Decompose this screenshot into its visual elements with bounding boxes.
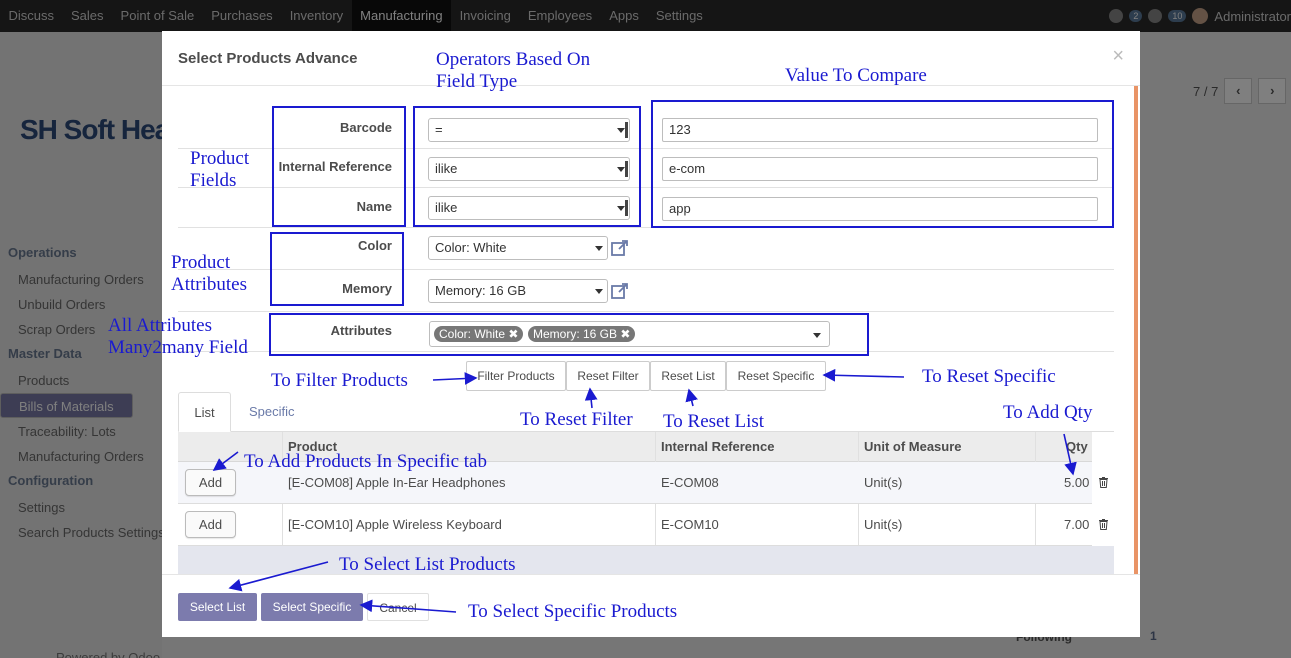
external-link-icon[interactable] (611, 282, 629, 300)
qty-cell[interactable]: 7.00 (1064, 504, 1089, 546)
annotation-box-operators (413, 106, 641, 227)
column-qty[interactable]: Qty (1066, 432, 1088, 462)
table-footer (178, 546, 1114, 574)
annotation-product-attributes: Product Attributes (171, 252, 247, 295)
trash-icon[interactable] (1099, 519, 1108, 530)
trash-icon[interactable] (1099, 477, 1108, 488)
tab-specific[interactable]: Specific (249, 392, 295, 432)
annotation-box-values (651, 100, 1114, 228)
annotation-to-add-qty: To Add Qty (1003, 402, 1093, 423)
cancel-button[interactable]: Cancel (367, 593, 429, 621)
annotation-product-fields: Product Fields (190, 148, 250, 191)
annotation-to-filter: To Filter Products (271, 370, 408, 391)
chevron-down-icon (595, 246, 603, 251)
annotation-to-add-products: To Add Products In Specific tab (244, 451, 487, 472)
table-row[interactable]: Add [E-COM10] Apple Wireless Keyboard E-… (178, 504, 1108, 546)
chevron-down-icon (595, 289, 603, 294)
select-specific-button[interactable]: Select Specific (261, 593, 363, 621)
annotation-value: Value To Compare (785, 65, 927, 86)
reset-filter-button[interactable]: Reset Filter (566, 361, 650, 391)
add-button[interactable]: Add (185, 469, 236, 496)
qty-cell[interactable]: 5.00 (1064, 462, 1089, 504)
column-internal-reference[interactable]: Internal Reference (661, 432, 774, 462)
divider (178, 311, 1114, 312)
annotation-to-reset-filter: To Reset Filter (520, 409, 633, 430)
product-cell: [E-COM10] Apple Wireless Keyboard (288, 517, 502, 532)
annotation-box-all-attributes (269, 313, 869, 356)
tab-list[interactable]: List (178, 392, 231, 432)
uom-cell: Unit(s) (864, 517, 903, 532)
reset-specific-button[interactable]: Reset Specific (726, 361, 826, 391)
attribute-select-memory[interactable]: Memory: 16 GB (428, 279, 608, 303)
annotation-to-reset-specific: To Reset Specific (922, 366, 1056, 387)
annotation-operators: Operators Based On Field Type (436, 49, 591, 92)
annotation-to-reset-list: To Reset List (663, 411, 765, 432)
reference-cell: E-COM10 (661, 517, 719, 532)
annotation-to-select-list: To Select List Products (339, 554, 516, 575)
select-list-button[interactable]: Select List (178, 593, 257, 621)
uom-cell: Unit(s) (864, 475, 903, 490)
external-link-icon[interactable] (611, 239, 629, 257)
attribute-value: Memory: 16 GB (435, 283, 527, 298)
annotation-box-product-attributes (270, 232, 404, 306)
column-unit-of-measure[interactable]: Unit of Measure (864, 432, 962, 462)
add-button[interactable]: Add (185, 511, 236, 538)
annotation-box-product-fields (272, 106, 406, 227)
scrollbar[interactable] (1134, 86, 1138, 574)
close-icon[interactable]: × (1112, 45, 1124, 68)
dialog-title: Select Products Advance (178, 50, 358, 67)
annotation-all-attributes: All Attributes Many2many Field (108, 315, 248, 358)
attribute-value: Color: White (435, 240, 507, 255)
reference-cell: E-COM08 (661, 475, 719, 490)
attribute-select-color[interactable]: Color: White (428, 236, 608, 260)
dialog-header: Select Products Advance × (162, 31, 1140, 86)
reset-list-button[interactable]: Reset List (650, 361, 726, 391)
filter-products-button[interactable]: Filter Products (466, 361, 566, 391)
annotation-to-select-specific: To Select Specific Products (468, 601, 678, 622)
